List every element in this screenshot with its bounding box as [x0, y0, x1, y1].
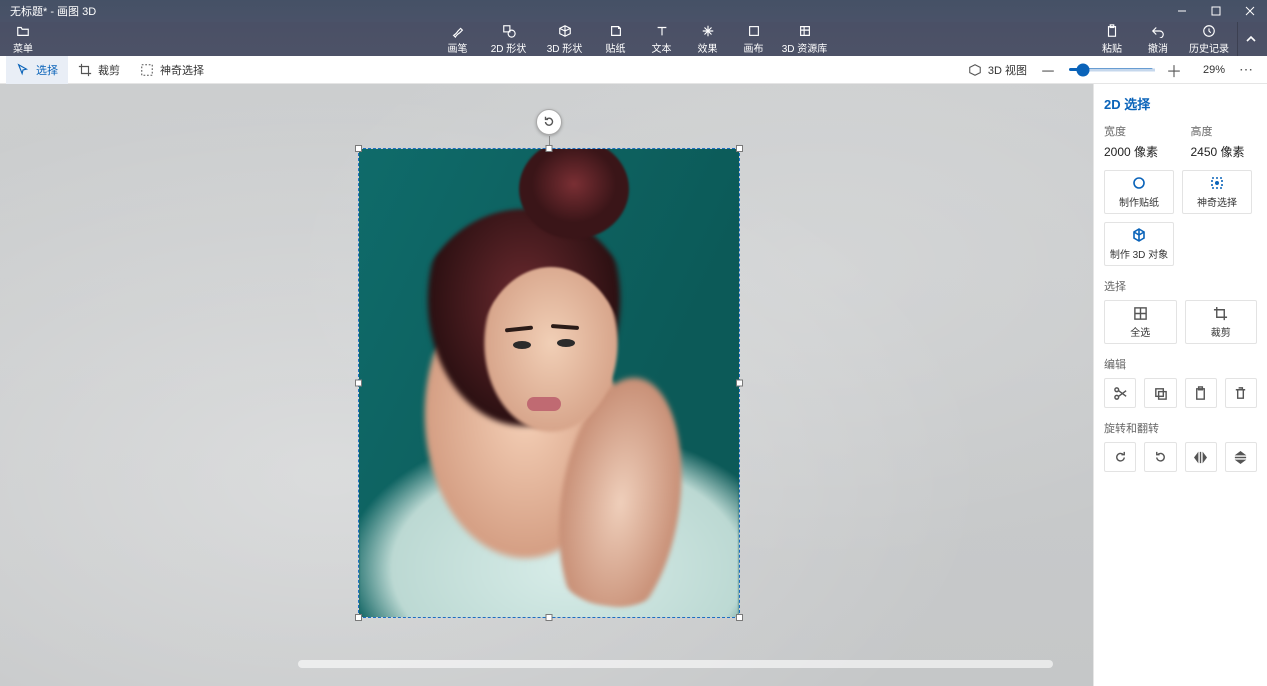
edit-section-label: 编辑: [1104, 356, 1257, 372]
resize-handle-tl[interactable]: [355, 145, 362, 152]
undo-icon: [1151, 24, 1165, 38]
rotate-right-icon: [1153, 450, 1168, 465]
resize-handle-br[interactable]: [736, 614, 743, 621]
resize-handle-bc[interactable]: [546, 614, 553, 621]
flip-horizontal-button[interactable]: [1185, 442, 1217, 472]
title-bar: 无标题* - 画图 3D: [0, 0, 1267, 22]
crop-button[interactable]: 裁剪: [1185, 300, 1258, 344]
crop-icon: [1213, 306, 1228, 321]
zoom-controls: － ＋ 29% ⋯: [1037, 59, 1261, 81]
rotate-section-label: 旋转和翻转: [1104, 420, 1257, 436]
maximize-button[interactable]: [1199, 0, 1233, 22]
context-toolbar: 选择 裁剪 神奇选择 3D 视图 － ＋ 29% ⋯: [0, 56, 1267, 84]
canvas-area[interactable]: [0, 84, 1093, 686]
width-label: 宽度: [1104, 123, 1171, 139]
select-all-button[interactable]: 全选: [1104, 300, 1177, 344]
resize-handle-bl[interactable]: [355, 614, 362, 621]
crop-icon: [78, 63, 92, 77]
undo-button[interactable]: 撤消: [1135, 22, 1181, 56]
select-section-label: 选择: [1104, 278, 1257, 294]
window-title: 无标题* - 画图 3D: [0, 3, 1165, 19]
tool-brush[interactable]: 画笔: [435, 22, 481, 56]
delete-button[interactable]: [1225, 378, 1257, 408]
tool-canvas[interactable]: 画布: [731, 22, 777, 56]
brush-icon: [451, 24, 465, 38]
zoom-slider[interactable]: [1069, 68, 1153, 71]
magic-select-tool[interactable]: 神奇选择: [130, 56, 214, 84]
tool-effects[interactable]: 效果: [685, 22, 731, 56]
tool-3d-shapes[interactable]: 3D 形状: [537, 22, 593, 56]
cube-icon: [1131, 227, 1147, 243]
box3d-icon: [968, 63, 982, 77]
cut-button[interactable]: [1104, 378, 1136, 408]
cursor-icon: [16, 63, 30, 77]
tool-3d-library[interactable]: 3D 资源库: [777, 22, 833, 56]
height-value: 2450 像素: [1191, 143, 1258, 160]
menu-button[interactable]: 菜单: [0, 22, 46, 56]
zoom-slider-thumb[interactable]: [1077, 63, 1090, 76]
rotate-handle[interactable]: [536, 109, 562, 135]
magic-icon: [140, 63, 154, 77]
tool-2d-shapes[interactable]: 2D 形状: [481, 22, 537, 56]
zoom-percent: 29%: [1195, 64, 1225, 76]
zoom-in-button[interactable]: ＋: [1163, 59, 1185, 81]
resize-handle-lc[interactable]: [355, 380, 362, 387]
make-sticker-button[interactable]: 制作贴纸: [1104, 170, 1174, 214]
trash-icon: [1233, 386, 1248, 401]
minimize-button[interactable]: [1165, 0, 1199, 22]
grid-icon: [1133, 306, 1148, 321]
sticker-icon: [1131, 175, 1147, 191]
make-3d-button[interactable]: 制作 3D 对象: [1104, 222, 1174, 266]
square-circle-icon: [502, 24, 516, 38]
magic-select-button[interactable]: 神奇选择: [1182, 170, 1252, 214]
properties-panel: 2D 选择 宽度 2000 像素 高度 2450 像素 制作贴纸: [1093, 84, 1267, 686]
paste-button-panel[interactable]: [1185, 378, 1217, 408]
flip-v-icon: [1233, 450, 1248, 465]
width-value: 2000 像素: [1104, 143, 1171, 160]
paste-button[interactable]: 粘贴: [1089, 22, 1135, 56]
clipboard-icon: [1193, 386, 1208, 401]
ribbon: 菜单 画笔 2D 形状 3D 形状 贴纸 文本: [0, 22, 1267, 56]
crop-tool[interactable]: 裁剪: [68, 56, 130, 84]
tool-stickers[interactable]: 贴纸: [593, 22, 639, 56]
select-tool[interactable]: 选择: [6, 56, 68, 84]
text-icon: [655, 24, 669, 38]
height-label: 高度: [1191, 123, 1258, 139]
sticker-icon: [609, 24, 623, 38]
scissors-icon: [1113, 386, 1128, 401]
copy-icon: [1153, 386, 1168, 401]
menu-label: 菜单: [13, 40, 33, 55]
folder-icon: [16, 24, 30, 38]
zoom-more-button[interactable]: ⋯: [1235, 61, 1257, 78]
magic-select-icon: [1209, 175, 1225, 191]
selection-bounds[interactable]: [358, 148, 740, 618]
rotate-left-button[interactable]: [1104, 442, 1136, 472]
resize-handle-tc[interactable]: [546, 145, 553, 152]
library-icon: [798, 24, 812, 38]
rotate-right-button[interactable]: [1144, 442, 1176, 472]
zoom-out-button[interactable]: －: [1037, 59, 1059, 81]
canvas-icon: [747, 24, 761, 38]
clipboard-icon: [1105, 24, 1119, 38]
cube-icon: [558, 24, 572, 38]
rotate-left-icon: [1113, 450, 1128, 465]
history-button[interactable]: 历史记录: [1181, 22, 1237, 56]
copy-button[interactable]: [1144, 378, 1176, 408]
collapse-ribbon-button[interactable]: [1237, 22, 1263, 56]
panel-title: 2D 选择: [1104, 94, 1257, 113]
flip-h-icon: [1193, 450, 1208, 465]
close-button[interactable]: [1233, 0, 1267, 22]
resize-handle-tr[interactable]: [736, 145, 743, 152]
resize-handle-rc[interactable]: [736, 380, 743, 387]
3d-view-toggle[interactable]: 3D 视图: [958, 56, 1037, 84]
history-icon: [1202, 24, 1216, 38]
flip-vertical-button[interactable]: [1225, 442, 1257, 472]
canvas-image: [359, 149, 739, 617]
sparkle-icon: [701, 24, 715, 38]
tool-text[interactable]: 文本: [639, 22, 685, 56]
